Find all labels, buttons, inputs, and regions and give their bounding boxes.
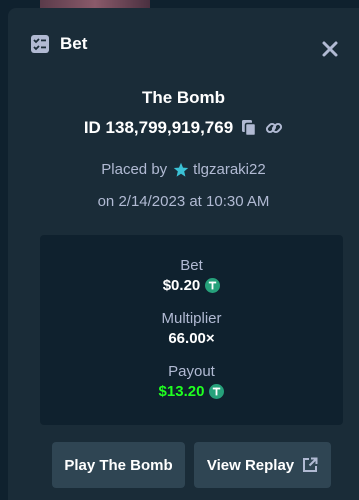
close-icon[interactable] bbox=[321, 40, 339, 58]
bet-label: Bet bbox=[180, 257, 203, 274]
bet-id-row: ID 138,799,919,769 bbox=[8, 118, 359, 138]
stat-bet: Bet $0.20 bbox=[40, 257, 343, 294]
view-replay-button[interactable]: View Replay bbox=[194, 442, 331, 488]
placed-by-label: Placed by bbox=[101, 161, 168, 178]
payout-value-row: $13.20 bbox=[40, 383, 343, 400]
link-icon[interactable] bbox=[265, 119, 283, 137]
bet-slip-icon bbox=[30, 34, 50, 54]
multiplier-label: Multiplier bbox=[161, 310, 222, 327]
tether-coin-icon bbox=[209, 384, 225, 399]
multiplier-value-row: 66.00× bbox=[40, 330, 343, 347]
bet-stats-panel: Bet $0.20 Multiplier 66.00× Payout $13.2… bbox=[40, 235, 343, 425]
modal-header: Bet bbox=[30, 34, 341, 54]
play-game-label: Play The Bomb bbox=[64, 456, 173, 474]
bet-value: $0.20 bbox=[162, 277, 201, 294]
placed-by-row: Placed by tlgzaraki22 bbox=[8, 161, 359, 178]
bet-id: ID 138,799,919,769 bbox=[83, 118, 234, 137]
bet-value-row: $0.20 bbox=[40, 277, 343, 294]
play-game-button[interactable]: Play The Bomb bbox=[52, 442, 185, 488]
payout-label: Payout bbox=[168, 363, 215, 380]
username-link[interactable]: tlgzaraki22 bbox=[193, 161, 266, 178]
multiplier-value: 66.00× bbox=[168, 330, 215, 347]
modal-title: Bet bbox=[60, 34, 88, 53]
placed-on: on 2/14/2023 at 10:30 AM bbox=[97, 193, 270, 210]
bet-modal: Bet The Bomb ID 138,799,919,769 Placed b… bbox=[8, 8, 359, 500]
copy-icon[interactable] bbox=[241, 119, 257, 137]
tether-coin-icon bbox=[205, 278, 221, 293]
view-replay-label: View Replay bbox=[206, 456, 295, 474]
vip-star-icon bbox=[173, 162, 189, 178]
stat-payout: Payout $13.20 bbox=[40, 363, 343, 400]
external-link-icon bbox=[302, 457, 318, 473]
game-name: The Bomb bbox=[141, 88, 226, 107]
stat-multiplier: Multiplier 66.00× bbox=[40, 310, 343, 347]
payout-value: $13.20 bbox=[158, 383, 205, 400]
background-art bbox=[40, 0, 150, 8]
